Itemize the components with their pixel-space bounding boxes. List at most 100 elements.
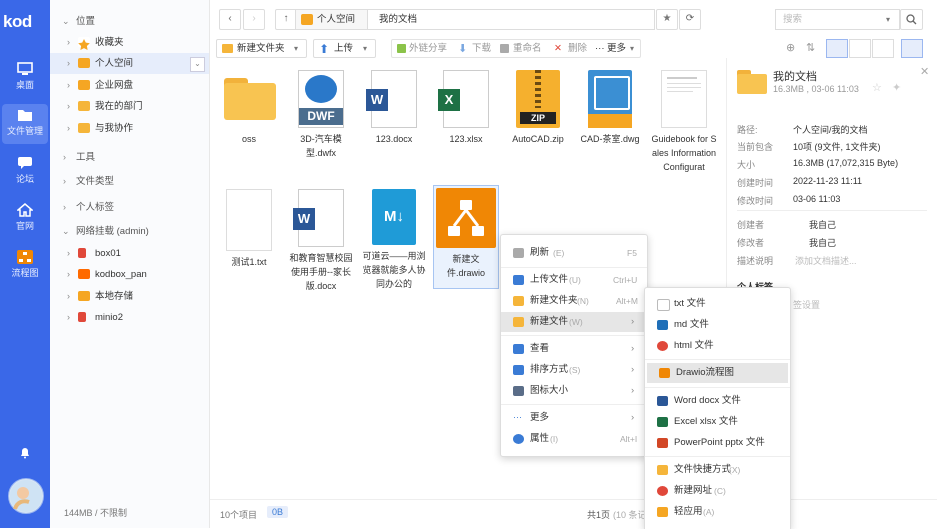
menu-divider [501,335,647,336]
file-item[interactable]: ZIP AutoCAD.zip [506,70,570,146]
submenu-item-word[interactable]: Word docx 文件 [645,391,790,411]
tree-section-tools[interactable]: › 工具 [50,147,209,168]
star-icon[interactable]: ★ [656,9,678,30]
submenu-item-md[interactable]: md 文件 [645,315,790,335]
more-button[interactable]: 更多 [607,40,626,57]
delete-button[interactable]: 删除 [568,40,587,57]
upload-button[interactable]: ⬆ 上传 ▾ [313,39,376,58]
file-item[interactable]: X 123.xlsx [434,70,498,146]
pin-icon[interactable]: ✦ [892,81,901,94]
tree-item-mount[interactable]: › minio2 [50,307,209,328]
excel-file-icon: X [438,70,489,128]
chevron-right-icon: › [631,385,635,396]
submenu-item-url[interactable]: 新建网址 (C) [645,481,790,501]
breadcrumb-path-field[interactable] [432,9,655,30]
upload-icon: ⬆ [319,42,330,56]
tree-item-my-dept[interactable]: › 我在的部门 [50,96,209,117]
breadcrumb-root[interactable]: 个人空间 [295,9,369,30]
tree-item-personal-space[interactable]: › 个人空间 ⌄ [50,53,209,74]
menu-item-refresh[interactable]: 刷新 (E) F5 [501,243,647,263]
submenu-item-light-app[interactable]: 轻应用 (A) [645,502,790,522]
split-view-icon[interactable] [872,39,894,58]
chevron-right-icon: › [67,312,70,322]
rail-item-website[interactable]: 官网 [2,199,48,239]
submenu-item-txt[interactable]: txt 文件 [645,294,790,314]
tree-section-personal-tags[interactable]: › 个人标签 [50,197,209,218]
file-item-selected[interactable]: 新建文件.drawio [433,185,499,289]
submenu-item-shortcut[interactable]: 文件快捷方式 (X) [645,460,790,480]
search-input[interactable]: 搜索 ▾ [775,9,900,30]
back-button[interactable]: ‹ [219,9,241,30]
bell-icon[interactable] [19,447,31,459]
word-file-icon: W [366,70,417,128]
detail-meta: 16.3MB , 03-06 11:03 [773,84,859,94]
tree-item-enterprise-disk[interactable]: › 企业网盘 [50,75,209,96]
drawio-file-icon [436,188,496,248]
caret-down-icon[interactable]: ▾ [886,10,890,29]
sort-icon[interactable]: ⇅ [806,41,815,54]
menu-item-new-file[interactable]: 新建文件 (W) › [501,312,647,332]
share-link-button[interactable]: 外链分享 [409,40,447,57]
search-icon[interactable] [900,9,923,30]
rail-item-flowchart[interactable]: 流程图 [2,246,48,286]
rail-item-desktop[interactable]: 桌面 [2,58,48,98]
star-icon[interactable]: ☆ [872,81,882,94]
up-button[interactable]: ↑ [275,9,297,30]
menu-item-upload-file[interactable]: 上传文件 (U) Ctrl+U [501,270,647,290]
grid-view-icon[interactable] [826,39,848,58]
app-logo: kod [3,12,32,31]
submenu-item-drawio[interactable]: Drawio流程图 [647,363,788,383]
menu-item-icon-size[interactable]: 图标大小 › [501,381,647,401]
tree-item-mount[interactable]: › 本地存储 [50,286,209,307]
tree-section-file-type[interactable]: › 文件类型 [50,171,209,192]
caret-down-icon: ▾ [630,44,635,53]
storage-quota: 144MB / 不限制 [64,508,128,518]
tree-item-mount[interactable]: › box01 [50,243,209,264]
menu-item-view[interactable]: 查看 › [501,339,647,359]
chevron-right-icon: › [67,248,70,258]
file-item[interactable]: Guidebook for Sales Information Configur… [650,70,718,174]
file-item[interactable]: W 和教育智慧校园使用手册--家长版.docx [289,189,353,293]
tree-section-network-mount[interactable]: ⌄ 网络挂载 (admin) [50,221,209,242]
dropdown-icon[interactable]: ⌄ [190,57,205,72]
avatar[interactable] [8,478,44,514]
chrome-icon [657,486,668,496]
local-storage-icon [78,291,90,301]
submenu-item-powerpoint[interactable]: PowerPoint pptx 文件 [645,433,790,453]
chrome-icon [657,341,668,351]
chevron-right-icon: › [631,316,635,327]
submenu-item-excel[interactable]: Excel xlsx 文件 [645,412,790,432]
tree-item-favorites[interactable]: › 收藏夹 [50,32,209,53]
menu-item-more[interactable]: ··· 更多 › [501,408,647,428]
file-item[interactable]: CAD-茶室.dwg [578,70,642,146]
file-item[interactable]: 测试1.txt [217,189,281,269]
menu-item-new-folder[interactable]: 新建文件夹 (N) Alt+M [501,291,647,311]
menu-item-sort[interactable]: 排序方式 (S) › [501,360,647,380]
rail-item-forum[interactable]: 论坛 [2,152,48,192]
description-input[interactable]: 添加文档描述... [795,254,857,267]
file-item[interactable]: M↓ 可道云——用浏览器就能多人协同办公的 [362,189,426,291]
tree-item-mount[interactable]: › kodbox_pan [50,264,209,285]
status-bar: 10个项目 0B 共1页 (10 条记 [210,499,937,529]
star-icon [78,37,90,50]
tree-section-location[interactable]: ⌄ 位置 [50,11,209,32]
excel-icon [657,417,668,427]
list-view-icon[interactable] [849,39,871,58]
breadcrumb-current[interactable]: 我的文档 [367,9,434,30]
file-item[interactable]: W 123.docx [362,70,426,146]
menu-item-properties[interactable]: 属性 (I) Alt+I [501,429,647,449]
refresh-icon[interactable]: ⟳ [679,9,701,30]
detail-panel-toggle-icon[interactable] [901,39,923,58]
download-button[interactable]: 下载 [472,40,491,57]
tag-settings-link[interactable]: 签设置 [793,298,820,311]
tree-item-my-collab[interactable]: › 与我协作 [50,118,209,139]
rename-button[interactable]: 重命名 [513,40,542,57]
zoom-icon[interactable]: ⊕ [786,41,795,54]
new-folder-button[interactable]: 新建文件夹 ▾ [216,39,307,58]
submenu-item-html[interactable]: html 文件 [645,336,790,356]
close-icon[interactable]: ✕ [920,65,929,78]
rail-item-file-manager[interactable]: 文件管理 [2,104,48,144]
forward-button[interactable]: › [243,9,265,30]
file-item[interactable]: oss [217,70,281,146]
file-item[interactable]: DWF 3D-汽车模型.dwfx [289,70,353,160]
